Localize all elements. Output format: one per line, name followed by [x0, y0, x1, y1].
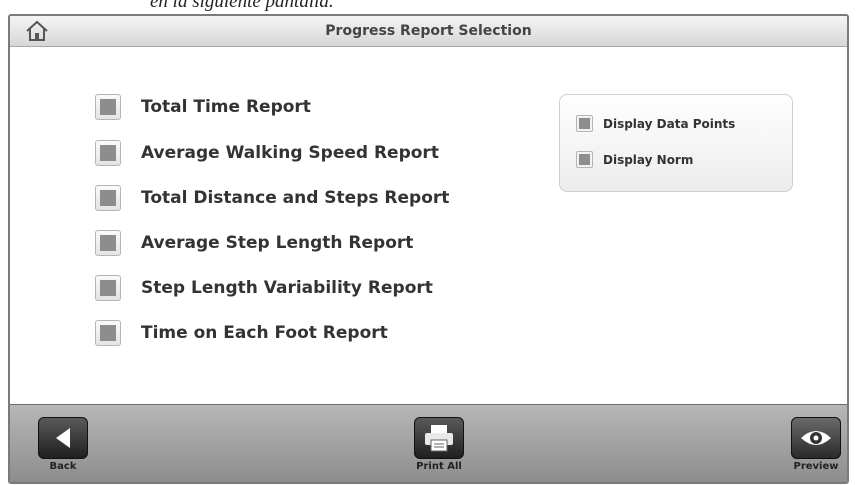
- report-total-distance-steps[interactable]: Total Distance and Steps Report: [95, 182, 449, 214]
- option-display-norm[interactable]: Display Norm: [576, 151, 693, 168]
- display-options-panel: Display Data Points Display Norm: [559, 94, 793, 192]
- report-step-length-variability[interactable]: Step Length Variability Report: [95, 272, 433, 304]
- preview-label: Preview: [793, 461, 839, 472]
- back-arrow-icon: [56, 428, 70, 448]
- main-content: Total Time Report Average Walking Speed …: [10, 47, 847, 407]
- print-all-label: Print All: [416, 461, 462, 472]
- option-checkbox[interactable]: [576, 151, 593, 168]
- caption-text: en la siguiente pantalla.: [150, 0, 334, 12]
- report-checkbox[interactable]: [95, 230, 121, 256]
- back-button[interactable]: Back: [37, 417, 89, 472]
- report-label: Total Time Report: [141, 97, 311, 117]
- report-label: Average Walking Speed Report: [141, 143, 439, 163]
- back-label: Back: [49, 461, 77, 472]
- title-bar: Progress Report Selection: [10, 16, 847, 47]
- option-label: Display Data Points: [603, 116, 736, 131]
- option-label: Display Norm: [603, 152, 694, 167]
- report-checkbox[interactable]: [95, 94, 121, 120]
- report-checkbox[interactable]: [95, 320, 121, 346]
- report-checkbox[interactable]: [95, 185, 121, 211]
- report-time-on-each-foot[interactable]: Time on Each Foot Report: [95, 317, 388, 349]
- printer-icon: [425, 425, 453, 452]
- option-checkbox[interactable]: [576, 115, 593, 132]
- report-label: Step Length Variability Report: [141, 278, 433, 298]
- option-display-data-points[interactable]: Display Data Points: [576, 115, 735, 132]
- app-window: Progress Report Selection Total Time Rep…: [8, 14, 849, 484]
- report-average-walking-speed[interactable]: Average Walking Speed Report: [95, 137, 439, 169]
- report-total-time[interactable]: Total Time Report: [95, 91, 311, 123]
- report-label: Average Step Length Report: [141, 233, 414, 253]
- page-title: Progress Report Selection: [325, 23, 532, 39]
- report-label: Time on Each Foot Report: [141, 323, 388, 343]
- preview-button[interactable]: Preview: [790, 417, 842, 472]
- report-checkbox[interactable]: [95, 275, 121, 301]
- report-average-step-length[interactable]: Average Step Length Report: [95, 227, 413, 259]
- print-all-button[interactable]: Print All: [413, 417, 465, 472]
- report-checkbox[interactable]: [95, 140, 121, 166]
- report-label: Total Distance and Steps Report: [141, 188, 450, 208]
- footer-toolbar: Back Print All Preview: [10, 404, 847, 482]
- eye-icon: [801, 431, 831, 445]
